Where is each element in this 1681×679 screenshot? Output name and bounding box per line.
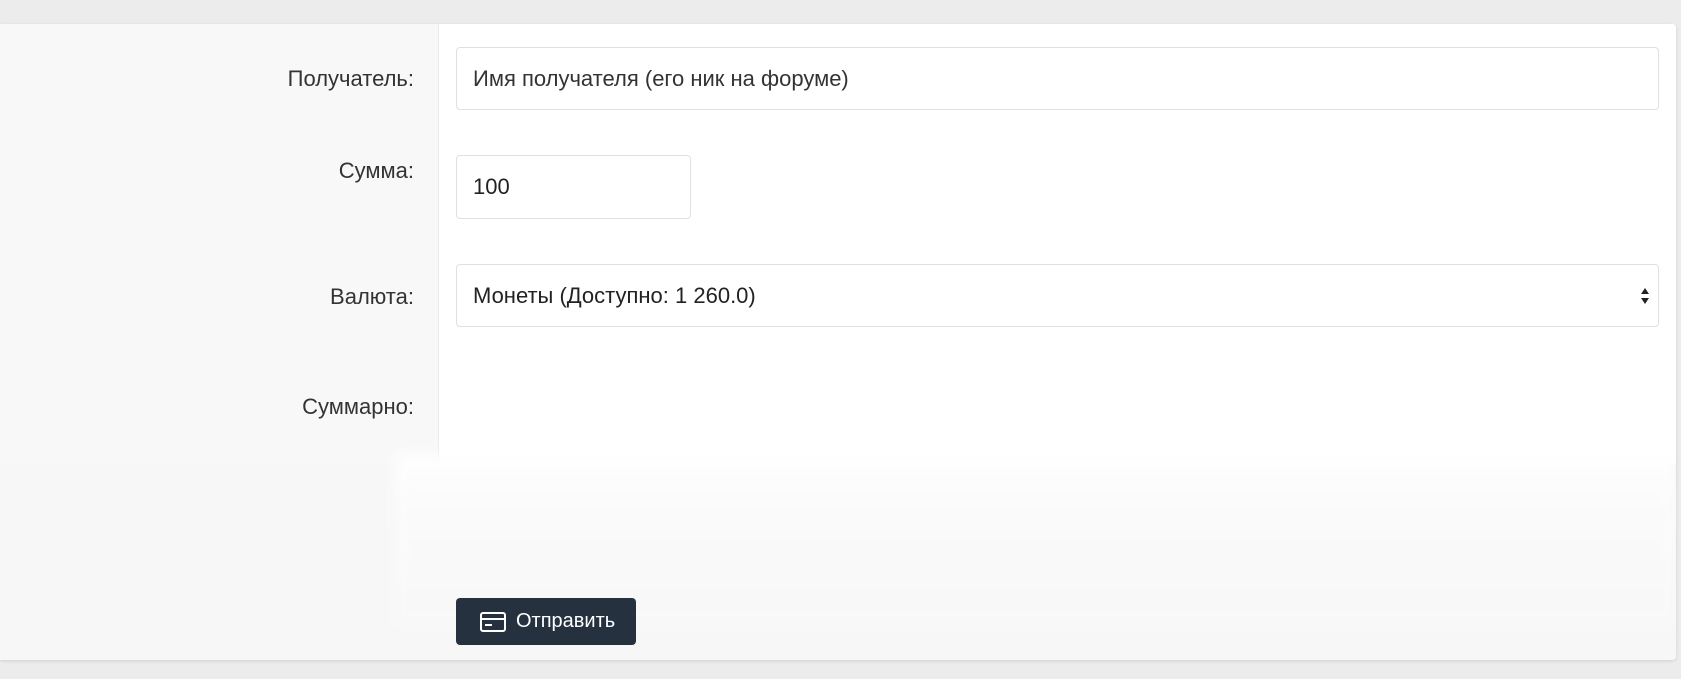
select-arrows-icon — [1641, 287, 1649, 304]
transfer-form-panel: Получатель: Имя получателя (его ник на ф… — [0, 24, 1676, 660]
currency-select[interactable]: Монеты (Доступно: 1 260.0) — [456, 264, 1659, 327]
amount-value: 100 — [473, 174, 510, 199]
recipient-input[interactable]: Имя получателя (его ник на форуме) — [456, 47, 1659, 110]
currency-label: Валюта: — [330, 284, 414, 309]
currency-selected-value: Монеты (Доступно: 1 260.0) — [473, 282, 756, 308]
credit-card-icon — [480, 611, 506, 632]
recipient-placeholder: Имя получателя (его ник на форуме) — [473, 65, 849, 91]
total-label: Суммарно: — [302, 394, 414, 419]
submit-label: Отправить — [516, 610, 616, 632]
submit-button[interactable]: Отправить — [456, 598, 636, 645]
amount-label: Сумма: — [338, 158, 414, 183]
amount-input[interactable]: 100 — [456, 155, 691, 219]
recipient-label: Получатель: — [287, 66, 414, 91]
